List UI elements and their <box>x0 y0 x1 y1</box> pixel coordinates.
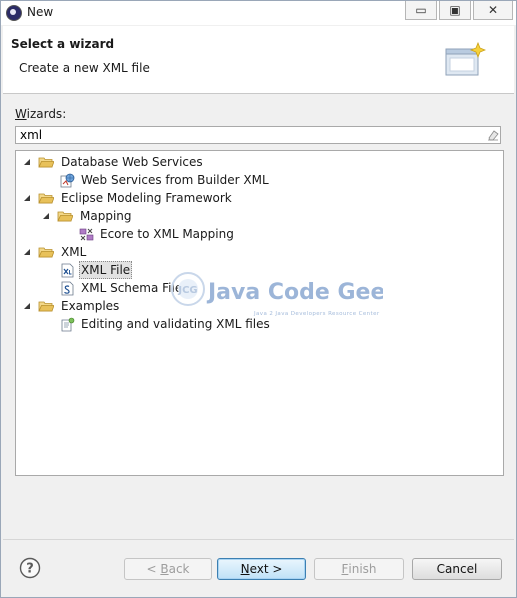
back-button[interactable]: < Back <box>124 558 212 580</box>
tree-item-xml-file[interactable]: XML File <box>60 261 133 279</box>
collapse-arrow-icon[interactable] <box>22 157 32 167</box>
tree-label: Examples <box>61 299 120 313</box>
tree-label: Mapping <box>80 209 132 223</box>
wizard-banner: Select a wizard Create a new XML file <box>3 26 514 94</box>
tree-folder-examples[interactable]: Examples <box>22 297 121 315</box>
restore-button[interactable]: ▣ <box>439 1 471 20</box>
wizard-filter-input[interactable] <box>15 126 501 144</box>
finish-suffix: inish <box>348 562 377 576</box>
xml-file-icon <box>61 263 74 277</box>
tree-folder-mapping[interactable]: Mapping <box>41 207 134 225</box>
help-glyph: ? <box>26 562 34 577</box>
next-button[interactable]: Next > <box>217 558 306 580</box>
finish-accel: F <box>341 562 349 576</box>
next-suffix: ext > <box>249 562 283 576</box>
folder-open-icon <box>57 211 73 222</box>
tree-label: XML <box>61 245 87 259</box>
new-wizard-dialog: New ▭ ▣ ✕ Select a wizard Create a new X… <box>0 0 517 598</box>
tree-item-web-services-builder-xml[interactable]: Web Services from Builder XML <box>60 171 271 189</box>
banner-subtitle: Create a new XML file <box>19 61 150 75</box>
window-title: New <box>27 5 54 19</box>
back-accel: B <box>160 562 169 576</box>
folder-open-icon <box>38 301 54 312</box>
minimize-button[interactable]: ▭ <box>405 1 437 20</box>
cancel-button[interactable]: Cancel <box>412 558 502 580</box>
tree-folder-database-web-services[interactable]: Database Web Services <box>22 153 205 171</box>
xml-schema-icon <box>61 281 74 295</box>
title-bar: New ▭ ▣ ✕ <box>1 1 516 25</box>
folder-open-icon <box>38 157 54 168</box>
tree-item-editing-validating-xml[interactable]: Editing and validating XML files <box>60 315 272 333</box>
tree-item-ecore-to-xml-mapping[interactable]: Ecore to XML Mapping <box>79 225 236 243</box>
footer-separator <box>3 539 514 540</box>
back-prefix: < <box>146 562 161 576</box>
tree-label: XML Schema File <box>81 281 183 295</box>
window-controls: ▭ ▣ ✕ <box>403 1 513 20</box>
back-suffix: ack <box>168 562 190 576</box>
examples-icon <box>61 317 75 331</box>
folder-open-icon <box>38 193 54 204</box>
tree-folder-eclipse-modeling-framework[interactable]: Eclipse Modeling Framework <box>22 189 234 207</box>
tree-folder-xml[interactable]: XML <box>22 243 88 261</box>
eclipse-app-icon <box>6 5 22 21</box>
tree-label: Editing and validating XML files <box>81 317 270 331</box>
banner-title: Select a wizard <box>11 37 115 51</box>
wizards-label-accel: W <box>15 107 27 121</box>
web-services-icon <box>60 173 75 187</box>
tree-item-xml-schema-file[interactable]: XML Schema File <box>60 279 184 297</box>
tree-label: Database Web Services <box>61 155 203 169</box>
collapse-arrow-icon[interactable] <box>41 211 51 221</box>
folder-open-icon <box>38 247 54 258</box>
collapse-arrow-icon[interactable] <box>22 193 32 203</box>
tree-label: XML File <box>79 261 133 279</box>
wizards-label: Wizards: <box>15 107 66 121</box>
finish-button[interactable]: Finish <box>314 558 404 580</box>
tree-label: Ecore to XML Mapping <box>100 227 234 241</box>
new-wizard-icon <box>445 41 486 76</box>
next-accel: N <box>240 562 250 576</box>
collapse-arrow-icon[interactable] <box>22 247 32 257</box>
close-button[interactable]: ✕ <box>473 1 513 20</box>
help-icon[interactable]: ? <box>19 557 41 579</box>
ecore-mapping-icon <box>79 228 94 240</box>
collapse-arrow-icon[interactable] <box>22 301 32 311</box>
tree-label: Eclipse Modeling Framework <box>61 191 232 205</box>
clear-filter-icon[interactable] <box>487 129 499 141</box>
wizard-tree[interactable]: Database Web Services Web Services from … <box>15 150 504 476</box>
wizards-label-text: izards: <box>26 107 67 121</box>
tree-label: Web Services from Builder XML <box>81 173 269 187</box>
